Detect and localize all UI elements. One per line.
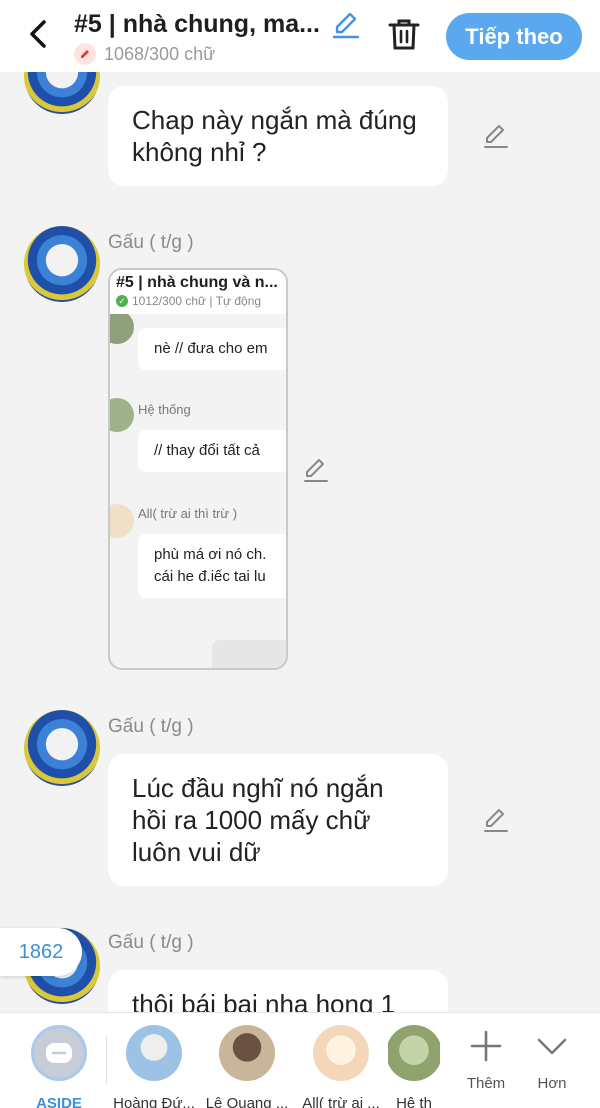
thumbnail-sender: Hệ thống: [138, 402, 191, 417]
avatar: [219, 1025, 275, 1081]
avatar: [388, 1025, 440, 1081]
thumbnail-text: phù má ơi nó ch.: [154, 546, 267, 563]
word-counter-badge[interactable]: 1862: [0, 928, 82, 976]
thumbnail-avatar: [110, 398, 134, 432]
thumbnail-subtitle: ✓ 1012/300 chữ | Tự động: [116, 294, 280, 308]
thumbnail-text: // thay đổi tất cả: [154, 442, 260, 459]
chapter-title[interactable]: #5 | nhà chung, ma...: [74, 10, 320, 39]
check-icon: ✓: [116, 295, 128, 307]
message-line: hồi ra 1000 mấy chữ: [132, 805, 371, 835]
thumbnail-header: #5 | nhà chung và n... ✓ 1012/300 chữ | …: [110, 270, 286, 314]
aside-icon: [31, 1025, 87, 1081]
avatar[interactable]: [24, 72, 100, 114]
image-attachment[interactable]: nè // đưa cho em Hệ thống // thay đổi tấ…: [108, 268, 288, 670]
more-button[interactable]: Thêm: [456, 1029, 516, 1092]
edit-message-icon[interactable]: [302, 456, 330, 484]
thumbnail-avatar: [110, 310, 134, 344]
character-le-quang[interactable]: Lê Quang ...: [200, 1025, 294, 1108]
message-line: luôn vui dữ: [132, 837, 261, 867]
thumbnail-word-count: 1012/300 chữ | Tự động: [132, 294, 262, 308]
message-bubble[interactable]: Lúc đầu nghĩ nó ngắn hồi ra 1000 mấy chữ…: [108, 754, 448, 886]
message-bubble[interactable]: thôi bái bai nha hong 1: [108, 970, 448, 1012]
thumbnail-message: phù má ơi nó ch. cái he đ.iếc tai lu: [138, 534, 286, 598]
pencil-badge-icon: [74, 43, 96, 65]
message-bubble[interactable]: Chap này ngắn mà đúng không nhỉ ?: [108, 86, 448, 186]
character-all[interactable]: All( trừ ai ...: [294, 1025, 388, 1108]
thumbnail-title: #5 | nhà chung và n...: [116, 274, 278, 291]
aside-label: ASIDE: [36, 1095, 82, 1108]
more-label: Thêm: [466, 1075, 506, 1092]
message-line: không nhỉ ?: [132, 137, 267, 167]
character-bar: ASIDE Hoàng Đứ... Lê Quang ... All( trừ …: [0, 1012, 600, 1108]
character-label: Hệ th: [396, 1095, 432, 1108]
trash-icon[interactable]: [387, 16, 421, 52]
edit-message-icon[interactable]: [482, 122, 510, 150]
thumbnail-avatar: [110, 504, 134, 538]
message-line: thôi bái bai nha hong 1: [132, 989, 396, 1012]
aside-button[interactable]: ASIDE: [12, 1025, 106, 1108]
thumbnail-message: // thay đổi tất cả: [138, 430, 286, 472]
avatar: [313, 1025, 369, 1081]
expand-button[interactable]: Hơn: [522, 1029, 582, 1092]
sender-name: Gấu ( t/g ): [108, 232, 194, 253]
back-arrow-icon[interactable]: [20, 14, 56, 54]
plus-icon: [470, 1030, 502, 1062]
edit-message-icon[interactable]: [482, 806, 510, 834]
top-bar: #5 | nhà chung, ma... 1068/300 chữ Tiếp …: [0, 0, 600, 72]
character-label: Hoàng Đứ...: [113, 1095, 195, 1108]
word-count: 1068/300 chữ: [104, 43, 216, 64]
avatar[interactable]: [24, 710, 100, 786]
avatar[interactable]: [24, 226, 100, 302]
expand-label: Hơn: [537, 1075, 567, 1092]
sender-name: Gấu ( t/g ): [108, 716, 194, 737]
thumbnail-text: cái he đ.iếc tai lu: [154, 568, 266, 585]
message-line: Lúc đầu nghĩ nó ngắn: [132, 773, 384, 803]
character-label: Lê Quang ...: [205, 1095, 289, 1108]
thumbnail-sender: All( trừ ai thì trừ ): [138, 506, 238, 521]
chevron-down-icon: [537, 1038, 567, 1055]
edit-title-icon[interactable]: [331, 10, 361, 40]
character-he-thong[interactable]: Hệ th: [388, 1025, 440, 1108]
thumbnail-text: nè // đưa cho em: [154, 340, 268, 357]
next-button[interactable]: Tiếp theo: [446, 13, 582, 60]
message-line: Chap này ngắn mà đúng: [132, 105, 417, 135]
chat-area[interactable]: Chap này ngắn mà đúng không nhỉ ? Gấu ( …: [0, 72, 600, 1012]
word-count-row: 1068/300 chữ: [74, 43, 215, 65]
avatar: [126, 1025, 182, 1081]
sender-name: Gấu ( t/g ): [108, 932, 194, 953]
character-hoang[interactable]: Hoàng Đứ...: [107, 1025, 201, 1108]
thumbnail-footer: [212, 640, 286, 668]
character-label: All( trừ ai ...: [302, 1095, 380, 1108]
thumbnail-message: nè // đưa cho em: [138, 328, 286, 370]
